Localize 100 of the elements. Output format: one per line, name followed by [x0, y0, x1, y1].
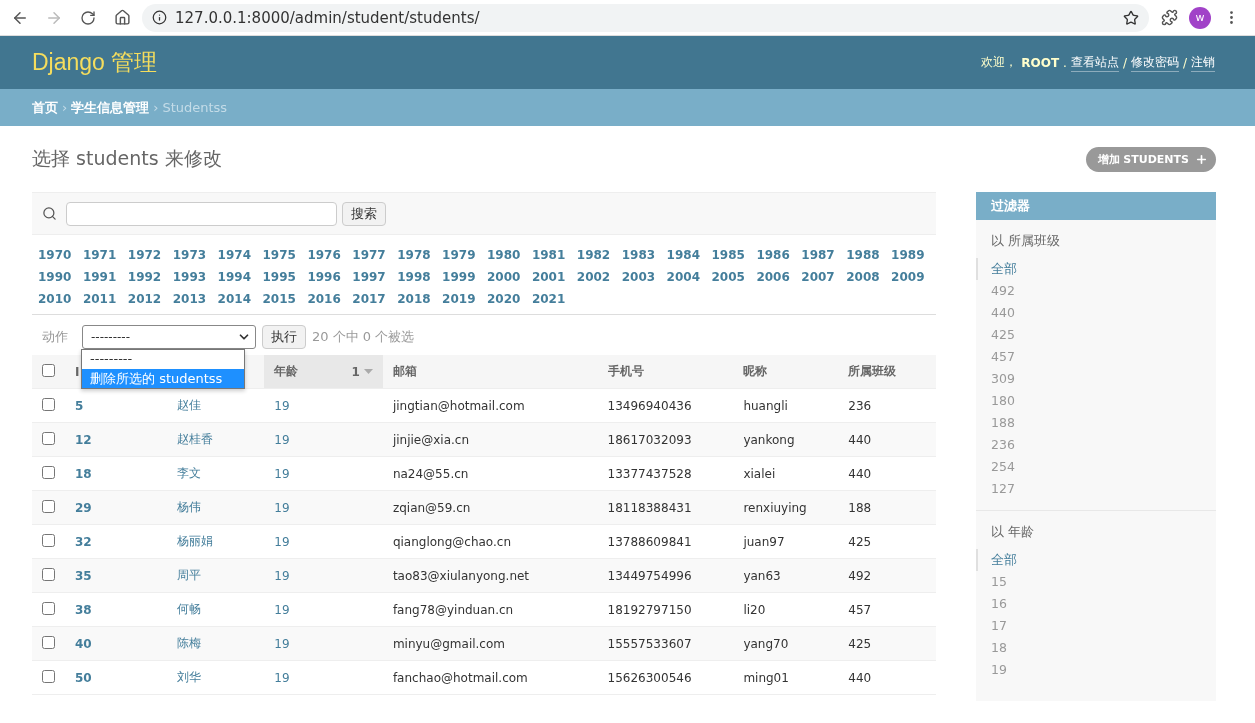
year-link[interactable]: 1971: [82, 248, 128, 262]
name-link[interactable]: 李文: [176, 466, 201, 480]
filter-option[interactable]: 全部: [976, 549, 1216, 571]
year-link[interactable]: 1984: [666, 248, 712, 262]
filter-option[interactable]: 全部: [976, 258, 1216, 280]
id-link[interactable]: 18: [75, 466, 92, 481]
year-link[interactable]: 2020: [487, 292, 532, 306]
year-link[interactable]: 2010: [38, 292, 83, 306]
row-checkbox[interactable]: [42, 499, 55, 513]
year-link[interactable]: 2007: [801, 270, 847, 284]
row-checkbox[interactable]: [42, 397, 55, 411]
year-link[interactable]: 1970: [38, 248, 83, 262]
year-link[interactable]: 1995: [262, 270, 308, 284]
select-all-checkbox[interactable]: [42, 363, 55, 377]
id-link[interactable]: 5: [75, 398, 84, 413]
year-link[interactable]: 1979: [442, 248, 487, 262]
row-checkbox[interactable]: [42, 601, 55, 615]
reload-icon[interactable]: [80, 9, 96, 26]
filter-option[interactable]: 15: [976, 571, 1216, 593]
id-link[interactable]: 40: [75, 636, 92, 651]
age-link[interactable]: 19: [274, 602, 290, 617]
year-link[interactable]: 2011: [82, 292, 128, 306]
year-link[interactable]: 1980: [487, 248, 532, 262]
user-link[interactable]: 注销: [1191, 53, 1215, 72]
year-link[interactable]: 1987: [801, 248, 847, 262]
year-link[interactable]: 1993: [172, 270, 218, 284]
age-link[interactable]: 19: [274, 466, 290, 481]
filter-option[interactable]: 236: [976, 434, 1216, 456]
year-link[interactable]: 1983: [621, 248, 667, 262]
user-link[interactable]: 查看站点: [1070, 53, 1119, 72]
row-checkbox[interactable]: [42, 567, 55, 581]
row-checkbox[interactable]: [42, 431, 55, 445]
name-link[interactable]: 周平: [176, 568, 201, 582]
dropdown-option[interactable]: 删除所选的 studentss: [82, 369, 244, 388]
breadcrumb-link[interactable]: 首页: [32, 98, 58, 117]
column-header[interactable]: 昵称: [733, 355, 839, 389]
year-link[interactable]: 2016: [307, 292, 353, 306]
row-checkbox[interactable]: [42, 669, 55, 683]
home-icon[interactable]: [113, 9, 131, 26]
year-link[interactable]: 1997: [352, 270, 398, 284]
year-link[interactable]: 1989: [891, 248, 936, 262]
year-link[interactable]: 1992: [127, 270, 173, 284]
name-link[interactable]: 赵桂香: [176, 432, 213, 446]
filter-option[interactable]: 492: [976, 280, 1216, 302]
year-link[interactable]: 2021: [531, 292, 577, 306]
search-button[interactable]: 搜索: [342, 201, 386, 226]
year-link[interactable]: 1978: [397, 248, 443, 262]
year-link[interactable]: 1998: [397, 270, 443, 284]
year-link[interactable]: 1988: [846, 248, 892, 262]
filter-option[interactable]: 440: [976, 302, 1216, 324]
year-link[interactable]: 1996: [307, 270, 353, 284]
year-link[interactable]: 2005: [711, 270, 757, 284]
year-link[interactable]: 1973: [172, 248, 218, 262]
name-link[interactable]: 何畅: [176, 602, 201, 616]
age-link[interactable]: 19: [274, 398, 290, 413]
run-button[interactable]: 执行: [262, 325, 306, 349]
year-link[interactable]: 2018: [397, 292, 443, 306]
breadcrumb-link[interactable]: 学生信息管理: [71, 98, 150, 117]
year-link[interactable]: 2013: [172, 292, 218, 306]
column-header[interactable]: 所属班级: [838, 355, 936, 389]
column-header[interactable]: 年龄 1: [264, 355, 383, 389]
year-link[interactable]: 2008: [846, 270, 892, 284]
filter-option[interactable]: 425: [976, 324, 1216, 346]
name-link[interactable]: 赵佳: [176, 398, 201, 412]
bookmark-star-icon[interactable]: [1123, 9, 1139, 26]
year-link[interactable]: 2000: [487, 270, 532, 284]
age-link[interactable]: 19: [274, 670, 290, 685]
filter-option[interactable]: 180: [976, 390, 1216, 412]
year-link[interactable]: 2003: [621, 270, 667, 284]
column-header[interactable]: 手机号: [597, 355, 734, 389]
year-link[interactable]: 2009: [891, 270, 936, 284]
id-link[interactable]: 35: [75, 568, 92, 583]
row-checkbox[interactable]: [42, 465, 55, 479]
id-link[interactable]: 50: [75, 670, 92, 685]
year-link[interactable]: 1985: [711, 248, 757, 262]
dropdown-option[interactable]: ---------: [82, 350, 244, 369]
user-link[interactable]: 修改密码: [1130, 53, 1179, 72]
add-button[interactable]: 增加 STUDENTS: [1085, 146, 1216, 172]
year-link[interactable]: 1981: [531, 248, 577, 262]
filter-option[interactable]: 17: [976, 615, 1216, 637]
year-link[interactable]: 2004: [666, 270, 712, 284]
year-link[interactable]: 1974: [217, 248, 263, 262]
filter-option[interactable]: 457: [976, 346, 1216, 368]
row-checkbox[interactable]: [42, 635, 55, 649]
year-link[interactable]: 2012: [127, 292, 173, 306]
id-link[interactable]: 12: [75, 432, 92, 447]
profile-avatar[interactable]: w: [1189, 6, 1211, 29]
filter-option[interactable]: 309: [976, 368, 1216, 390]
filter-option[interactable]: 16: [976, 593, 1216, 615]
age-link[interactable]: 19: [274, 568, 290, 583]
name-link[interactable]: 杨伟: [176, 500, 201, 514]
puzzle-icon[interactable]: [1160, 9, 1178, 26]
id-link[interactable]: 38: [75, 602, 92, 617]
year-link[interactable]: 1999: [442, 270, 487, 284]
name-link[interactable]: 刘华: [176, 670, 201, 684]
age-link[interactable]: 19: [274, 636, 290, 651]
year-link[interactable]: 1982: [576, 248, 622, 262]
search-field[interactable]: [66, 201, 337, 226]
column-header[interactable]: 邮箱: [382, 355, 598, 389]
age-link[interactable]: 19: [274, 432, 290, 447]
